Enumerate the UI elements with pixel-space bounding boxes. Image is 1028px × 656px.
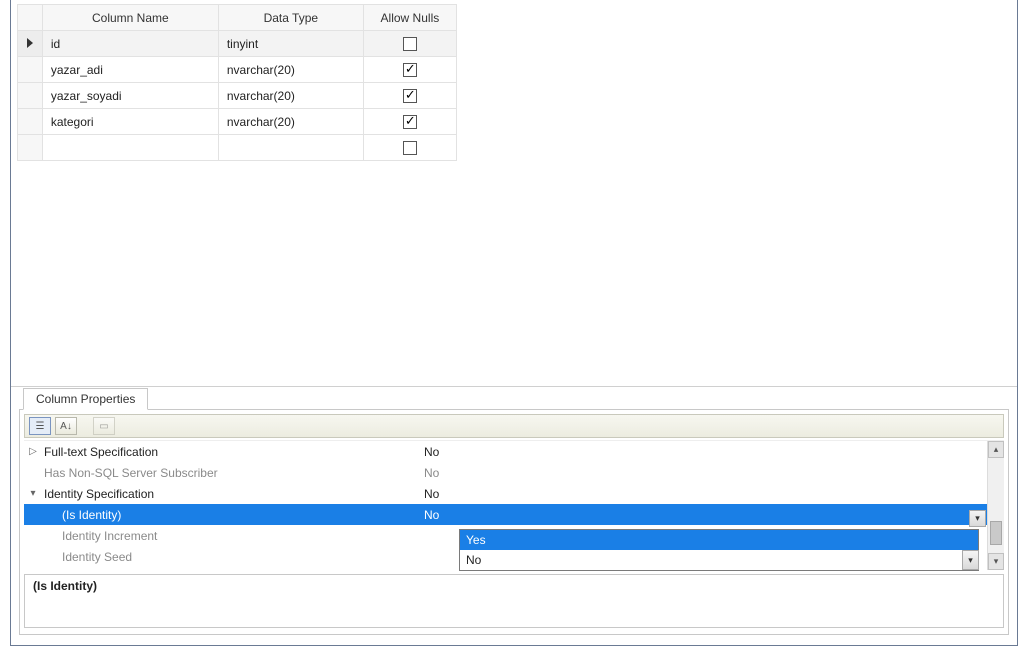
property-row-nonsql: Has Non-SQL Server Subscriber No [24,462,1004,483]
checkbox-icon[interactable] [403,89,417,103]
property-value: No [422,487,986,501]
cell-data-type[interactable]: nvarchar(20) [218,109,363,135]
categorized-button[interactable]: ☰ [29,417,51,435]
description-title: (Is Identity) [33,579,995,593]
property-name: Identity Seed [60,550,422,564]
row-selector[interactable] [18,109,43,135]
property-value[interactable]: No ▾ [422,508,986,522]
header-column-name[interactable]: Column Name [42,5,218,31]
checkbox-icon[interactable] [403,115,417,129]
dropdown-button[interactable]: ▾ [962,550,979,570]
properties-box: ☰ A↓ ▭ ▴ ▾ ▷ Full-text Specification No [19,409,1009,635]
checkbox-icon[interactable] [403,141,417,155]
property-pages-button[interactable]: ▭ [93,417,115,435]
dropdown-button[interactable]: ▾ [969,510,986,527]
property-name: Full-text Specification [42,445,422,459]
scrollbar-thumb[interactable] [990,521,1002,545]
vertical-scrollbar[interactable]: ▴ ▾ [987,441,1004,570]
property-description: (Is Identity) [24,574,1004,628]
scroll-down-icon[interactable]: ▾ [988,553,1004,570]
cell-data-type[interactable]: nvarchar(20) [218,57,363,83]
cell-allow-nulls[interactable] [363,135,456,161]
expand-icon[interactable]: ▷ [24,446,42,457]
property-name: Identity Increment [60,529,422,543]
table-row[interactable] [18,135,457,161]
cell-allow-nulls[interactable] [363,83,456,109]
header-data-type[interactable]: Data Type [218,5,363,31]
alphabetical-button[interactable]: A↓ [55,417,77,435]
properties-toolbar: ☰ A↓ ▭ [24,414,1004,438]
cell-allow-nulls[interactable] [363,109,456,135]
property-row-is-identity[interactable]: (Is Identity) No ▾ [24,504,1004,525]
header-allow-nulls[interactable]: Allow Nulls [363,5,456,31]
toolbar-separator [81,417,89,435]
cell-column-name[interactable]: yazar_soyadi [42,83,218,109]
collapse-icon[interactable]: ▾ [24,488,42,499]
cell-column-name[interactable]: kategori [42,109,218,135]
row-header-blank [18,5,43,31]
tab-column-properties[interactable]: Column Properties [23,388,148,410]
row-selector[interactable] [18,83,43,109]
cell-column-name[interactable]: id [42,31,218,57]
window-frame: Column Name Data Type Allow Nulls id tin… [10,0,1018,646]
row-selector[interactable] [18,57,43,83]
cell-data-type[interactable]: tinyint [218,31,363,57]
cell-column-name[interactable]: yazar_adi [42,57,218,83]
property-name: Has Non-SQL Server Subscriber [42,466,422,480]
property-list[interactable]: ▴ ▾ ▷ Full-text Specification No Has Non… [24,440,1004,570]
property-name: (Is Identity) [60,508,422,522]
property-row-identity-spec[interactable]: ▾ Identity Specification No [24,483,1004,504]
table-designer: Column Name Data Type Allow Nulls id tin… [11,0,1017,165]
table-row[interactable]: kategori nvarchar(20) [18,109,457,135]
row-selector[interactable] [18,31,43,57]
property-value: No [422,466,986,480]
grid-header-row: Column Name Data Type Allow Nulls [18,5,457,31]
scroll-up-icon[interactable]: ▴ [988,441,1004,458]
cell-column-name[interactable] [42,135,218,161]
property-value-text: No [424,508,439,522]
columns-grid[interactable]: Column Name Data Type Allow Nulls id tin… [17,4,457,161]
checkbox-icon[interactable] [403,63,417,77]
property-row-fulltext[interactable]: ▷ Full-text Specification No [24,441,1004,462]
table-row[interactable]: yazar_soyadi nvarchar(20) [18,83,457,109]
property-value: No [422,445,986,459]
is-identity-dropdown[interactable]: Yes No ▾ [459,529,979,571]
cell-allow-nulls[interactable] [363,31,456,57]
row-pointer-icon [27,38,33,48]
cell-data-type[interactable] [218,135,363,161]
cell-data-type[interactable]: nvarchar(20) [218,83,363,109]
table-row[interactable]: yazar_adi nvarchar(20) [18,57,457,83]
checkbox-icon[interactable] [403,37,417,51]
dropdown-option-yes[interactable]: Yes [460,530,978,550]
table-row[interactable]: id tinyint [18,31,457,57]
dropdown-option-no[interactable]: No [460,550,978,570]
row-selector[interactable] [18,135,43,161]
property-name: Identity Specification [42,487,422,501]
column-properties-panel: Column Properties ☰ A↓ ▭ ▴ ▾ ▷ Full-text… [11,386,1017,645]
cell-allow-nulls[interactable] [363,57,456,83]
